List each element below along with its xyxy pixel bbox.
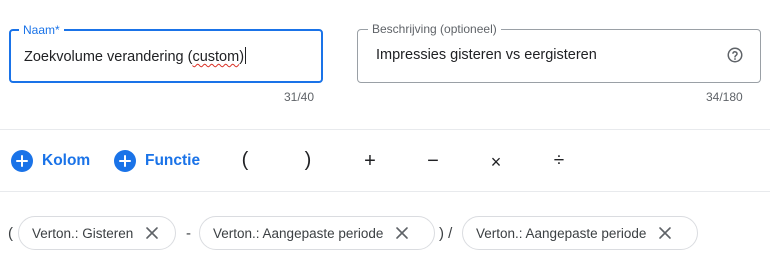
divider-bottom	[0, 191, 770, 192]
formula-operator: -	[186, 225, 191, 242]
chip-label: Verton.: Aangepaste periode	[476, 225, 647, 241]
open-paren-button[interactable]: (	[235, 149, 255, 172]
add-circle-icon	[11, 150, 33, 172]
misspelled-word: custom	[192, 49, 240, 65]
formula-chip[interactable]: Verton.: Aangepaste periode	[462, 216, 698, 250]
chip-label: Verton.: Aangepaste periode	[213, 225, 384, 241]
plus-button[interactable]: +	[360, 150, 380, 173]
help-circle-icon[interactable]	[726, 46, 744, 64]
description-field-value[interactable]: Impressies gisteren vs eergisteren	[376, 46, 597, 64]
formula-open-paren: (	[8, 225, 13, 242]
close-icon[interactable]	[395, 226, 409, 240]
name-char-counter: 31/40	[284, 90, 315, 104]
description-field-label: Beschrijving (optioneel)	[368, 21, 501, 37]
add-circle-icon	[114, 150, 136, 172]
add-column-button[interactable]: Kolom	[11, 150, 90, 172]
text-caret	[245, 47, 247, 64]
close-paren-button[interactable]: )	[298, 149, 318, 172]
add-function-button[interactable]: Functie	[114, 150, 200, 172]
close-icon[interactable]	[145, 226, 159, 240]
description-field[interactable]: Beschrijving (optioneel) Impressies gist…	[357, 21, 761, 83]
chip-label: Verton.: Gisteren	[32, 225, 134, 241]
minus-button[interactable]: −	[423, 150, 443, 173]
name-field-label: Naam*	[19, 22, 64, 38]
add-function-label: Functie	[145, 152, 201, 169]
divide-button[interactable]: ÷	[549, 150, 569, 172]
add-column-label: Kolom	[42, 152, 91, 169]
close-icon[interactable]	[658, 226, 672, 240]
formula-chip[interactable]: Verton.: Gisteren	[18, 216, 176, 250]
formula-close-paren-divide: ) /	[439, 225, 453, 242]
description-char-counter: 34/180	[706, 90, 743, 104]
formula-chip[interactable]: Verton.: Aangepaste periode	[199, 216, 435, 250]
name-field[interactable]: Naam* Zoekvolume verandering (custom)	[9, 22, 323, 83]
name-field-value[interactable]: Zoekvolume verandering (custom)	[24, 47, 247, 66]
multiply-button[interactable]: ×	[486, 152, 506, 173]
divider-top	[0, 129, 770, 130]
